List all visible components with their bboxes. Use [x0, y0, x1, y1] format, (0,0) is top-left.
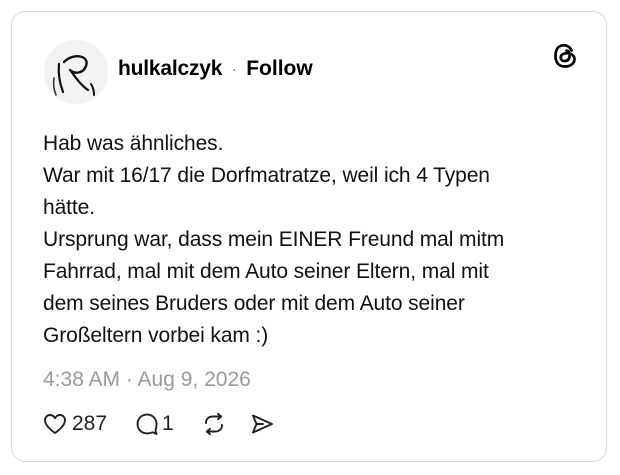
- repost-button[interactable]: [202, 412, 226, 436]
- post-card: hulkalczyk · Follow Hab was ähnliches. W…: [11, 11, 607, 462]
- threads-logo-icon[interactable]: [552, 42, 578, 70]
- post-text-line: Fahrrad, mal mit dem Auto seiner Eltern,…: [43, 260, 489, 283]
- post-timestamp[interactable]: 4:38 AM · Aug 9, 2026: [43, 368, 251, 392]
- heart-icon: [44, 414, 66, 434]
- like-count: 287: [72, 412, 108, 435]
- post-header: hulkalczyk · Follow: [118, 56, 313, 82]
- post-text-line: dem seines Bruders oder mit dem Auto sei…: [43, 292, 465, 315]
- reply-count: 1: [162, 412, 174, 435]
- post-text-line: Ursprung war, dass mein EINER Freund mal…: [43, 228, 505, 251]
- send-icon: [251, 414, 273, 434]
- author-username[interactable]: hulkalczyk: [118, 57, 222, 81]
- avatar-sketch-image: [52, 55, 95, 96]
- post-text: Hab was ähnliches. War mit 16/17 die Dor…: [43, 128, 583, 352]
- like-button[interactable]: 287: [43, 412, 107, 436]
- follow-button[interactable]: Follow: [246, 57, 313, 81]
- post-text-line: Hab was ähnliches.: [43, 132, 224, 155]
- post-text-line: Großeltern vorbei kam :): [43, 324, 269, 347]
- avatar[interactable]: [44, 40, 108, 104]
- post-actions: 287 1: [43, 408, 274, 440]
- repost-icon: [204, 412, 223, 436]
- reply-button[interactable]: 1: [135, 412, 174, 436]
- post-text-line: hätte.: [43, 196, 95, 219]
- post-text-line: War mit 16/17 die Dorfmatratze, weil ich…: [43, 164, 490, 187]
- header-separator: ·: [231, 58, 238, 79]
- comment-bubble-icon: [136, 413, 158, 435]
- share-button[interactable]: [250, 412, 274, 436]
